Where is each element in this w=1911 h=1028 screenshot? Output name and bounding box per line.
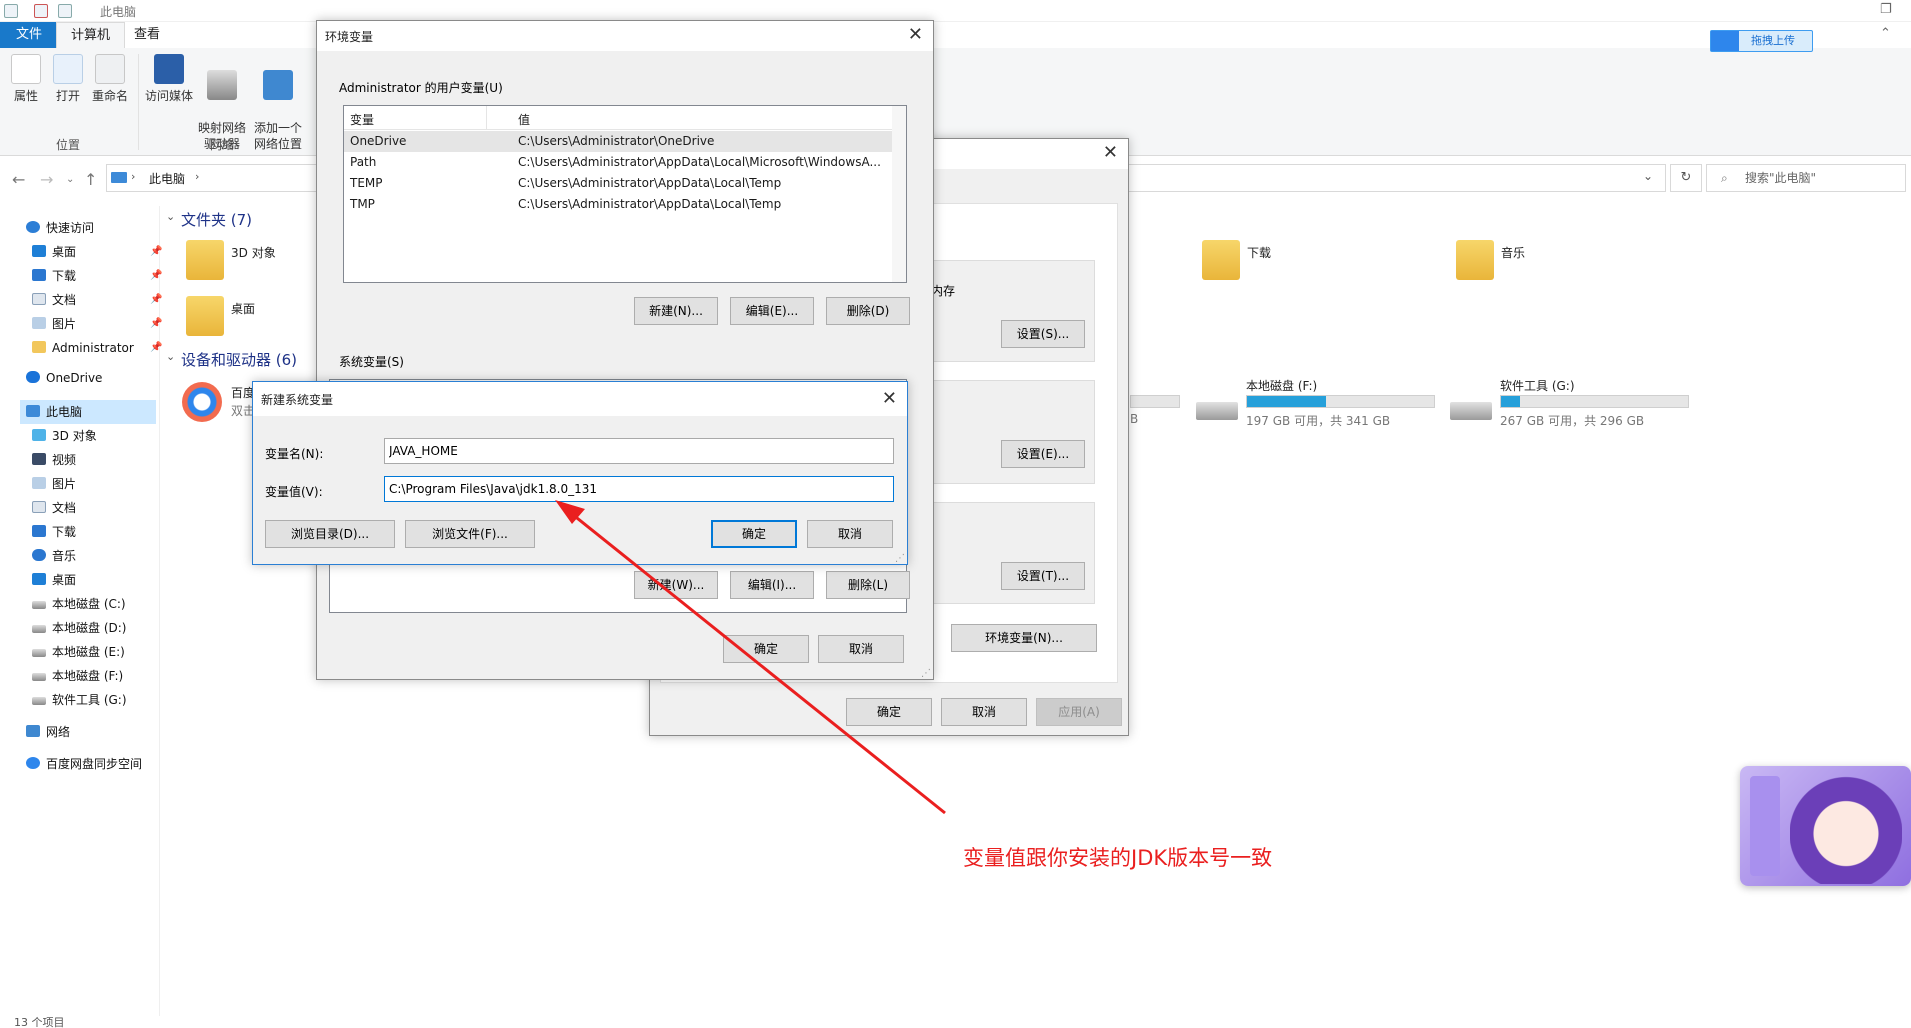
- annotation-arrow: [555, 500, 946, 815]
- annotation-text: 变量值跟你安装的JDK版本号一致: [963, 846, 1273, 870]
- annotation-arrow-line: [561, 504, 946, 815]
